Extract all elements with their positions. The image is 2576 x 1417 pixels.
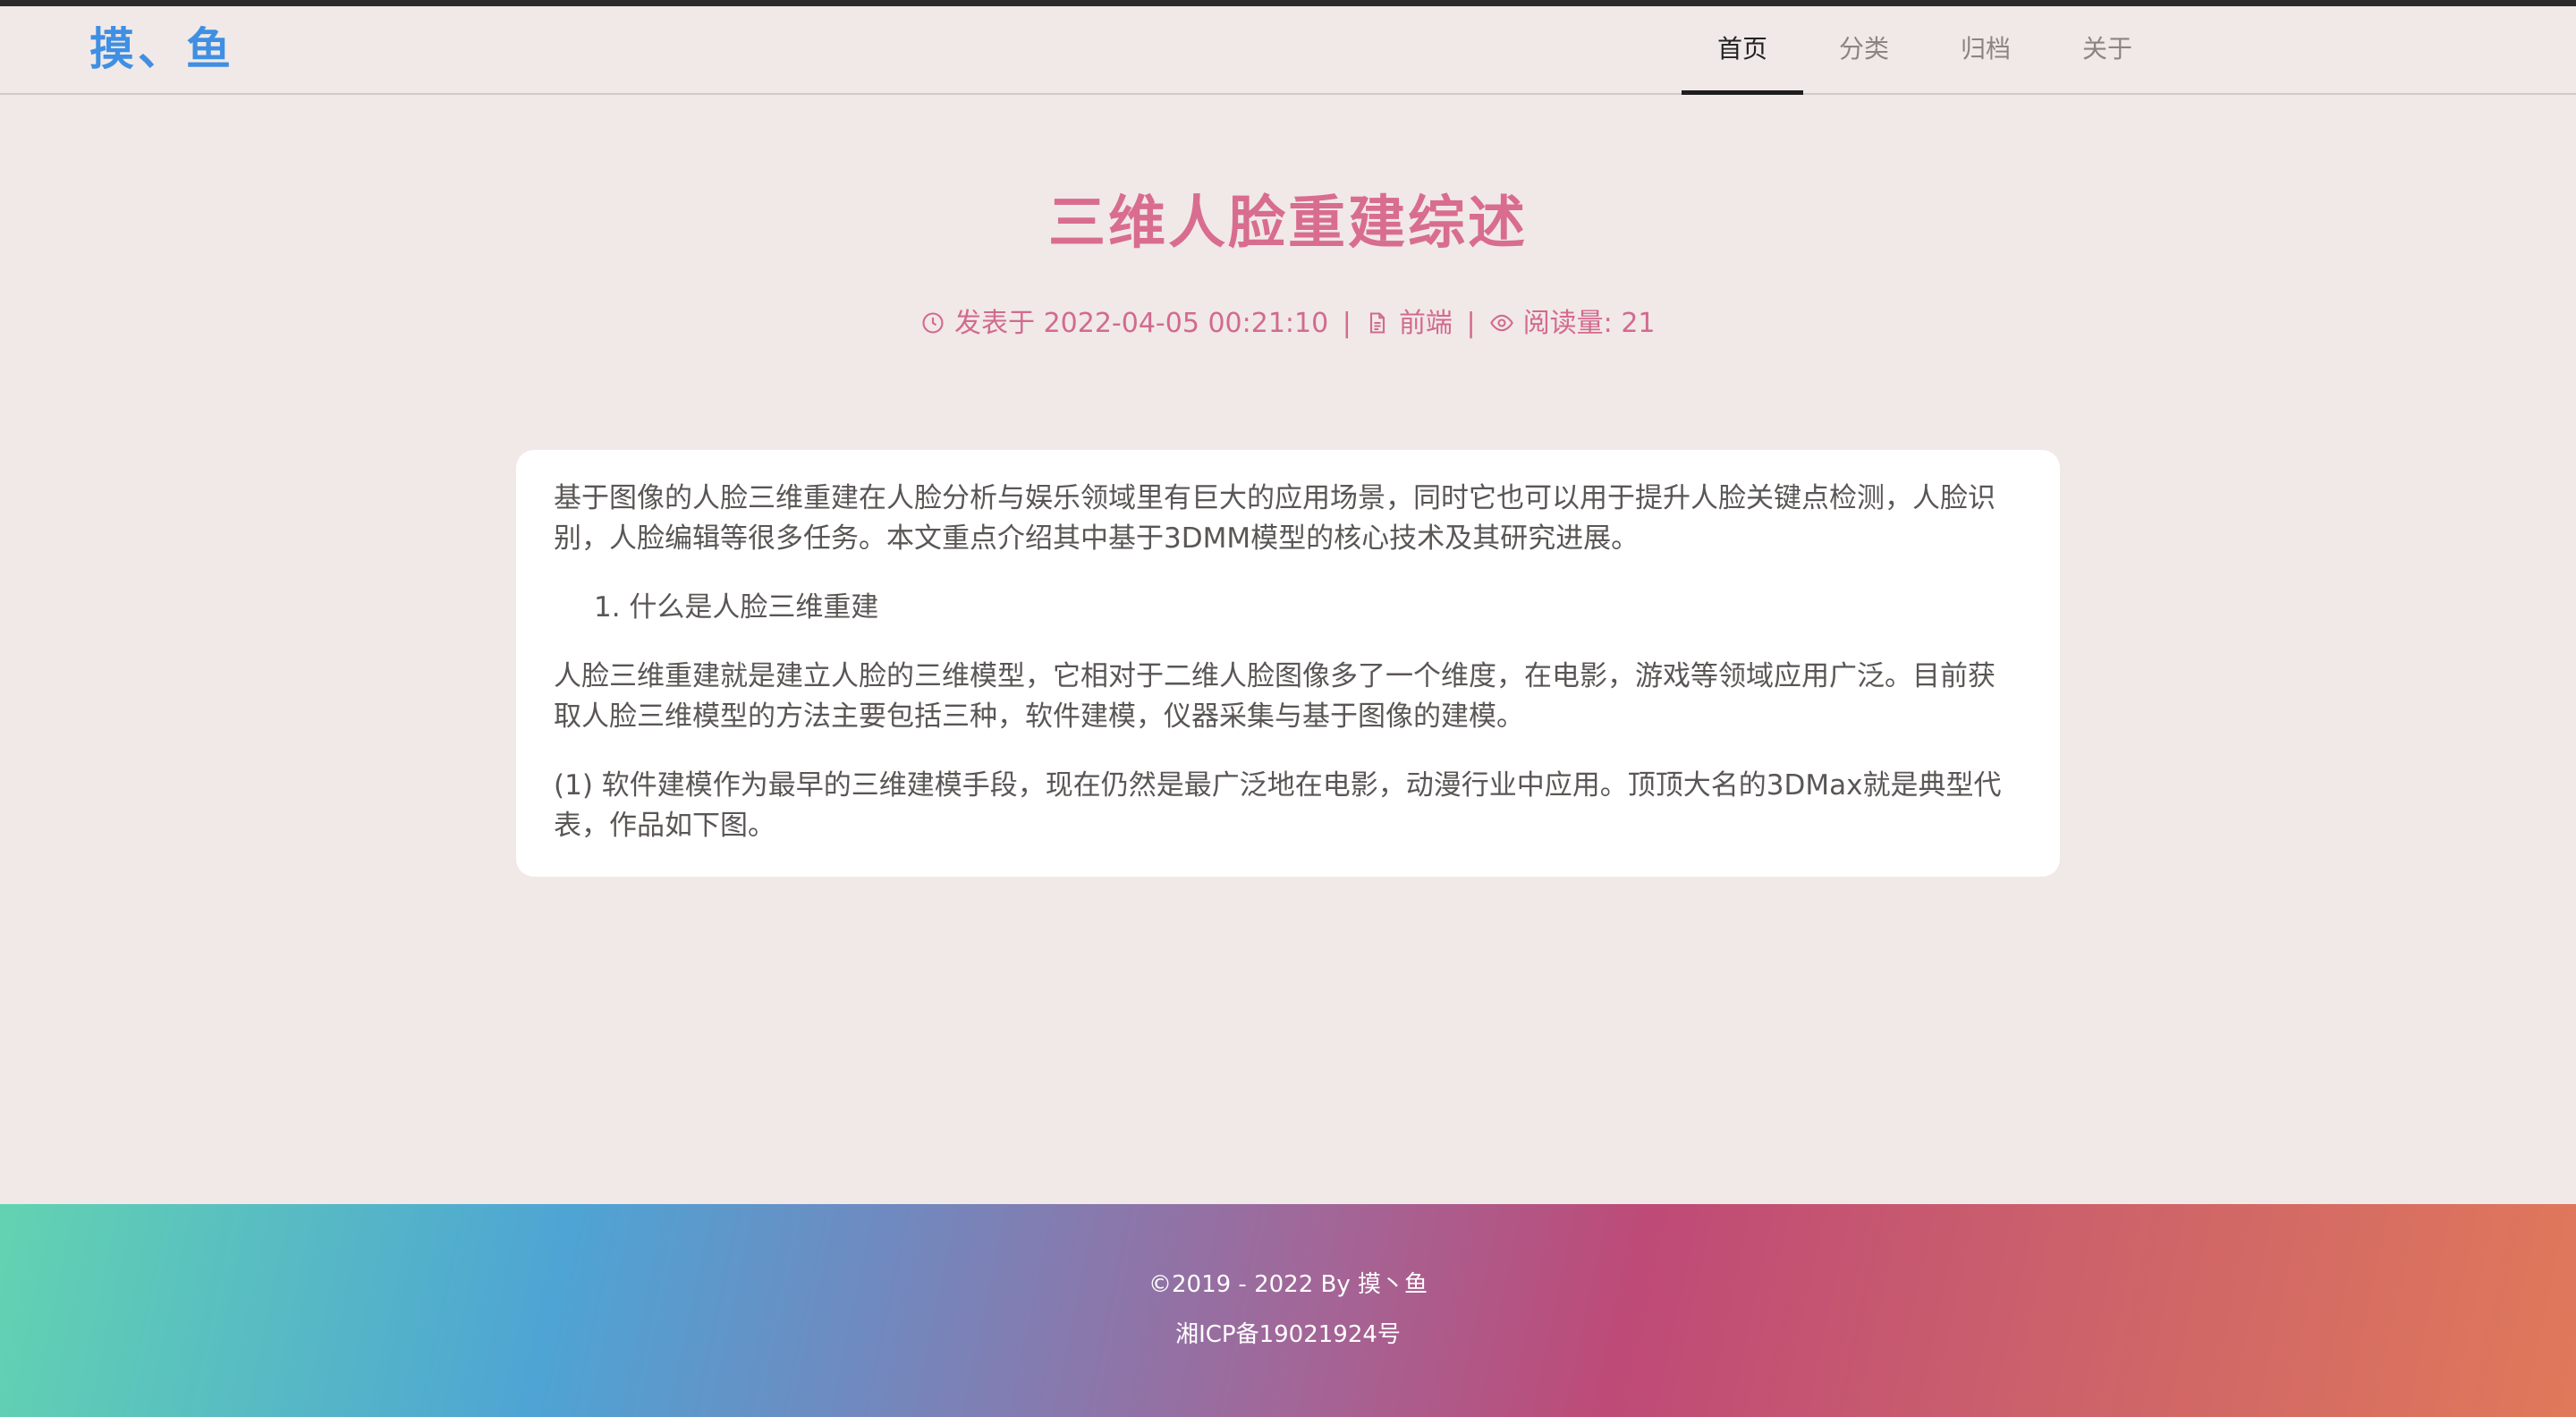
nav-item-home[interactable]: 首页 — [1682, 6, 1803, 95]
views-label: 阅读量: — [1522, 308, 1613, 339]
post-title: 三维人脸重建综述 — [1048, 191, 1528, 257]
post-content-card: 基于图像的人脸三维重建在人脸分析与娱乐领域里有巨大的应用场景，同时它也可以用于提… — [516, 450, 2060, 877]
post-paragraph-3: (1) 软件建模作为最早的三维建模手段，现在仍然是最广泛地在电影，动漫行业中应用… — [554, 769, 2002, 842]
site-logo[interactable]: 摸、鱼 — [89, 22, 234, 76]
site-header: 摸、鱼 首页 分类 归档 关于 — [0, 6, 2576, 95]
post-paragraph-2: 人脸三维重建就是建立人脸的三维模型，它相对于二维人脸图像多了一个维度，在电影，游… — [554, 660, 1996, 733]
nav-item-categories[interactable]: 分类 — [1803, 6, 1925, 95]
post-meta: 发表于 2022-04-05 00:21:10 | 前端 | 阅读量: 21 — [0, 304, 2576, 344]
document-icon — [1365, 308, 1390, 339]
nav-item-about[interactable]: 关于 — [2046, 6, 2168, 95]
site-footer: ©2019 - 2022 By 摸丶鱼 湘ICP备19021924号 — [0, 1204, 2576, 1417]
meta-divider: | — [1466, 308, 1476, 339]
footer-icp-link[interactable]: 湘ICP备19021924号 — [0, 1317, 2576, 1353]
post-paragraph-1: 基于图像的人脸三维重建在人脸分析与娱乐领域里有巨大的应用场景，同时它也可以用于提… — [554, 482, 1996, 555]
main-nav: 首页 分类 归档 关于 — [1682, 6, 2168, 95]
published-prefix: 发表于 — [954, 308, 1036, 339]
eye-icon — [1489, 308, 1514, 339]
post-category-link[interactable]: 前端 — [1399, 308, 1453, 339]
footer-copyright: ©2019 - 2022 By 摸丶鱼 — [1148, 1271, 1428, 1298]
clock-icon — [920, 308, 945, 339]
post-list-item-1: 1. 什么是人脸三维重建 — [594, 591, 879, 624]
meta-divider: | — [1342, 308, 1352, 339]
top-strip — [0, 0, 2576, 6]
published-date: 2022-04-05 00:21:10 — [1043, 308, 1329, 339]
views-count: 21 — [1621, 308, 1656, 339]
nav-item-archives[interactable]: 归档 — [1925, 6, 2046, 95]
